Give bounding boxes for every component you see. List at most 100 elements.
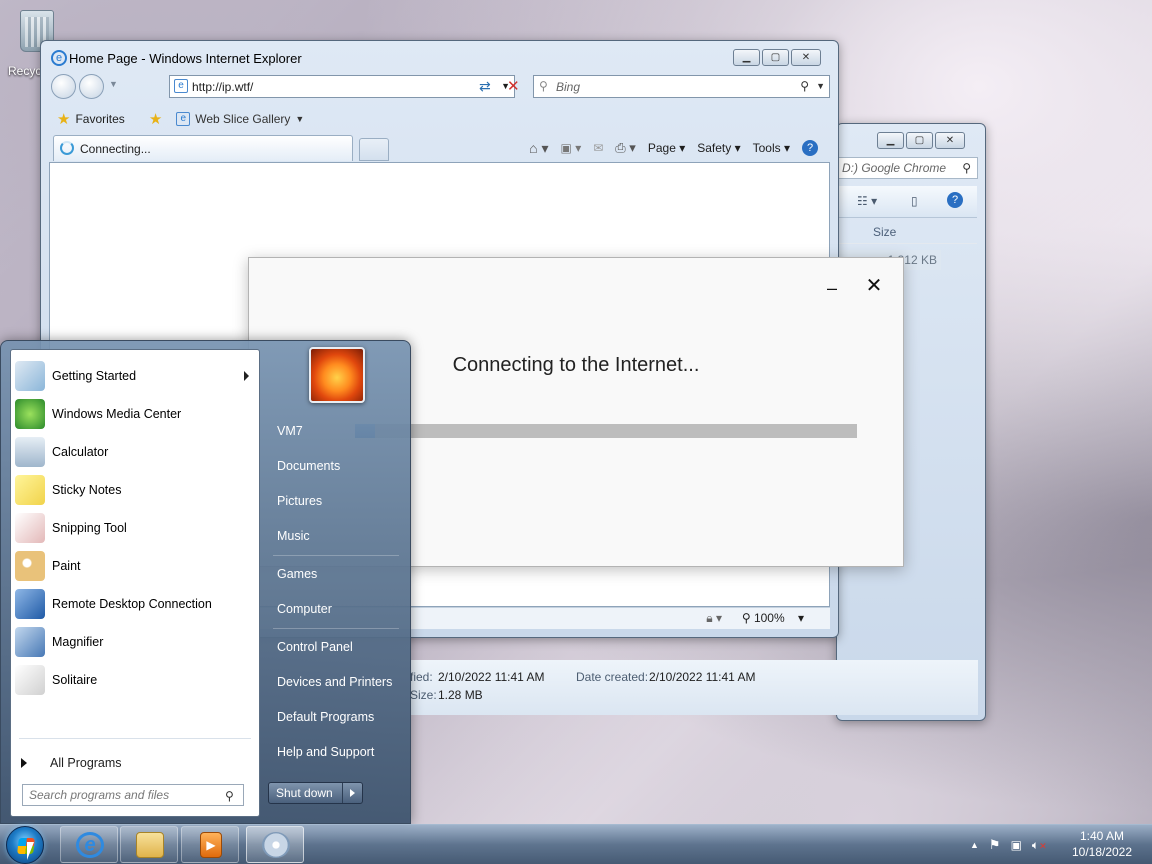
back-button[interactable]	[51, 74, 76, 99]
start-menu-item[interactable]: Snipping Tool	[11, 510, 259, 546]
shutdown-button[interactable]: Shut down	[268, 782, 363, 804]
add-favorite-icon[interactable]: ★	[149, 110, 162, 128]
taskbar-explorer-button[interactable]	[120, 826, 178, 863]
action-center-flag-icon[interactable]: ⚑	[989, 837, 1001, 853]
network-icon[interactable]: ▣	[1011, 838, 1022, 852]
start-menu-link[interactable]: Default Programs	[269, 702, 407, 732]
close-button[interactable]: ✕	[791, 49, 821, 66]
start-menu-link[interactable]: Devices and Printers	[269, 667, 407, 697]
snipping-tool-icon	[15, 513, 45, 543]
start-menu-item-label: Windows Media Center	[52, 407, 182, 421]
start-menu-item-label: Paint	[52, 559, 81, 573]
safety-menu-label: Safety	[697, 141, 732, 155]
explorer-search-input[interactable]: D:) Google Chrome ⚲	[837, 157, 978, 179]
start-menu-item[interactable]: Windows Media Center	[11, 396, 259, 432]
media-player-icon: ▶	[200, 832, 222, 858]
recent-pages-dropdown-icon[interactable]: ▼	[109, 79, 118, 89]
search-icon: ⚲	[962, 161, 971, 175]
start-menu-link[interactable]: Music	[269, 521, 407, 551]
submenu-arrow-icon	[244, 371, 249, 381]
maximize-button[interactable]: ▢	[762, 49, 789, 66]
stop-icon[interactable]: ✕	[507, 77, 520, 95]
dialog-close-button[interactable]: ✕	[864, 276, 884, 296]
start-menu-item[interactable]: Sticky Notes	[11, 472, 259, 508]
clock-date: 10/18/2022	[1071, 845, 1133, 859]
new-tab-button[interactable]	[359, 138, 389, 161]
folder-icon	[136, 832, 164, 858]
print-icon[interactable]: ⎙ ▾	[615, 140, 636, 156]
protected-mode-icon[interactable]: 🔒︎ ▾	[706, 611, 722, 626]
web-slice-gallery-link[interactable]: e Web Slice Gallery ▼	[176, 112, 304, 126]
preview-pane-icon[interactable]: ▯	[911, 194, 918, 208]
favorites-star-icon: ★	[57, 111, 71, 128]
favorites-button[interactable]: ★ Favorites	[57, 110, 125, 128]
size-value-detail: 1.28 MB	[438, 688, 483, 702]
start-menu-link[interactable]: Pictures	[269, 486, 407, 516]
column-header-size[interactable]: Size	[837, 218, 977, 244]
start-menu-link[interactable]: Help and Support	[269, 737, 407, 767]
help-icon[interactable]: ?	[947, 192, 963, 208]
tab-row: Connecting... ⌂ ▾ ▣ ▾ ✉ ⎙ ▾ Page ▾ Safet…	[49, 135, 830, 162]
start-menu-item[interactable]: Calculator	[11, 434, 259, 470]
date-created-label: Date created:	[576, 670, 649, 684]
start-menu-link[interactable]: Games	[269, 559, 407, 589]
start-menu-item[interactable]: Remote Desktop Connection	[11, 586, 259, 622]
start-menu-item[interactable]: Paint	[11, 548, 259, 584]
search-small-icon: ⚲	[539, 79, 548, 93]
page-menu[interactable]: Page ▾	[648, 141, 685, 155]
clock-time: 1:40 AM	[1079, 829, 1125, 843]
chevron-right-icon	[350, 789, 356, 797]
tools-menu[interactable]: Tools ▾	[753, 141, 790, 155]
minimize-button[interactable]: ▁	[877, 132, 904, 149]
maximize-button[interactable]: ▢	[906, 132, 933, 149]
taskbar-setup-button[interactable]	[246, 826, 304, 863]
view-options-icon[interactable]: ☷ ▾	[857, 194, 877, 208]
feeds-icon[interactable]: ▣ ▾	[561, 141, 582, 155]
start-menu-item[interactable]: Getting Started	[11, 358, 259, 394]
start-menu-item-label: Remote Desktop Connection	[52, 597, 212, 611]
volume-muted-icon[interactable]: 🔈︎✕	[1032, 838, 1047, 853]
taskbar-ie-button[interactable]: e	[60, 826, 118, 863]
separator	[273, 555, 399, 556]
home-icon[interactable]: ⌂ ▾	[529, 140, 548, 157]
search-go-icon[interactable]: ⚲	[800, 79, 809, 93]
close-button[interactable]: ✕	[935, 132, 965, 149]
clock[interactable]: 1:40 AM 10/18/2022	[1066, 828, 1138, 860]
tab-connecting[interactable]: Connecting...	[53, 135, 353, 161]
user-avatar[interactable]	[309, 347, 365, 403]
start-button[interactable]	[6, 826, 44, 864]
progress-bar	[355, 424, 857, 438]
start-menu-link[interactable]: VM7	[269, 416, 407, 446]
start-menu-item[interactable]: Magnifier	[11, 624, 259, 660]
favorites-bar: ★ Favorites ★ e Web Slice Gallery ▼	[49, 105, 830, 133]
date-created-value: 2/10/2022 11:41 AM	[649, 670, 756, 684]
address-bar[interactable]: e http://ip.wtf/ ▼	[169, 75, 515, 98]
minimize-button[interactable]: ▁	[733, 49, 760, 66]
remote-desktop-icon	[15, 589, 45, 619]
search-dropdown-icon[interactable]: ▼	[816, 81, 825, 91]
refresh-icon[interactable]: ⇄	[479, 78, 491, 95]
zoom-control[interactable]: ⚲ 100% ▾	[742, 611, 804, 625]
address-text: http://ip.wtf/	[192, 79, 254, 94]
all-programs-button[interactable]: All Programs	[11, 748, 259, 778]
start-search-placeholder: Search programs and files	[29, 788, 170, 802]
mail-icon[interactable]: ✉	[593, 141, 603, 155]
forward-button[interactable]	[79, 74, 104, 99]
show-hidden-icons-icon[interactable]: ▲	[970, 840, 979, 850]
start-menu-link[interactable]: Computer	[269, 594, 407, 624]
start-search-input[interactable]: Search programs and files ⚲	[22, 784, 244, 806]
recycle-bin-label: Recyc	[8, 64, 42, 78]
start-menu-link[interactable]: Documents	[269, 451, 407, 481]
start-menu-item[interactable]: Solitaire	[11, 662, 259, 698]
magnifier-icon	[15, 627, 45, 657]
shutdown-options-button[interactable]	[342, 783, 362, 803]
media-center-icon	[15, 399, 45, 429]
taskbar-media-player-button[interactable]: ▶	[181, 826, 239, 863]
ie-logo-icon: e	[51, 50, 67, 66]
safety-menu[interactable]: Safety ▾	[697, 141, 740, 155]
start-menu-link[interactable]: Control Panel	[269, 632, 407, 662]
help-icon[interactable]: ?	[802, 140, 818, 156]
page-icon: e	[174, 79, 188, 93]
dialog-minimize-button[interactable]: –	[822, 278, 842, 298]
search-input[interactable]: ⚲ Bing ⚲ ▼	[533, 75, 830, 98]
